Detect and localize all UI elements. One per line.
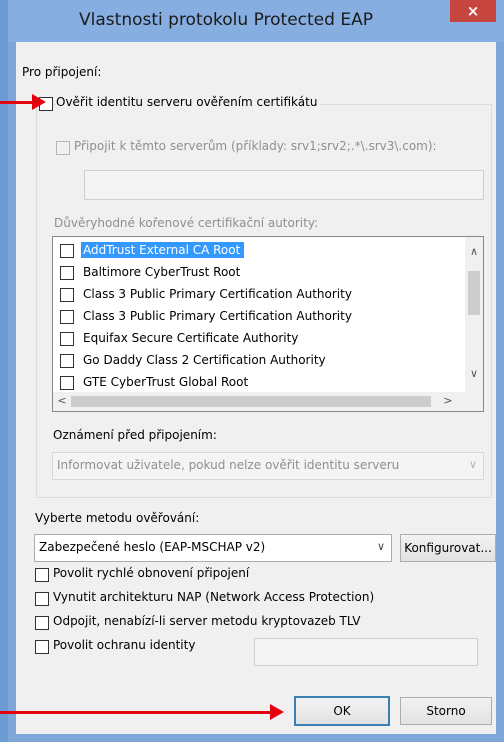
list-item-checkbox[interactable]	[60, 376, 74, 390]
list-item[interactable]: Class 3 Public Primary Certification Aut…	[53, 306, 483, 328]
list-item-label: Class 3 Public Primary Certification Aut…	[83, 309, 352, 323]
list-item-label: AddTrust External CA Root	[81, 242, 245, 258]
list-item-checkbox[interactable]	[60, 244, 74, 258]
fast-reconnect-label: Povolit rychlé obnovení připojení	[53, 566, 250, 580]
ok-button[interactable]: OK	[294, 696, 390, 726]
dialog-window: Vlastnosti protokolu Protected EAP × Pro…	[8, 0, 504, 742]
list-item-checkbox[interactable]	[60, 354, 74, 368]
list-item-label: Class 3 Public Primary Certification Aut…	[83, 287, 352, 301]
scroll-left-icon[interactable]: <	[53, 392, 71, 410]
list-item[interactable]: Go Daddy Class 2 Certification Authority	[53, 350, 483, 372]
list-item-checkbox[interactable]	[60, 310, 74, 324]
cancel-button[interactable]: Storno	[400, 697, 492, 725]
enforce-nap-checkbox[interactable]	[35, 592, 49, 606]
notify-dropdown[interactable]: Informovat uživatele, pokud nelze ověřit…	[52, 452, 484, 480]
list-item-checkbox[interactable]	[60, 266, 74, 280]
arrow-shaft	[0, 101, 34, 104]
dialog-body: Pro připojení: Ověřit identitu serveru o…	[16, 42, 496, 734]
identity-input[interactable]	[254, 638, 478, 666]
vertical-scrollbar[interactable]: ∧ ∨	[465, 237, 483, 409]
servers-input[interactable]	[84, 170, 484, 200]
arrow-head-icon	[32, 94, 46, 110]
list-item-label: GTE CyberTrust Global Root	[83, 375, 249, 389]
connection-label: Pro připojení:	[22, 65, 102, 79]
auth-method-dropdown[interactable]: Zabezpečené heslo (EAP-MSCHAP v2) ∨	[34, 534, 392, 562]
connect-to-servers-checkbox[interactable]	[56, 141, 70, 155]
scroll-up-icon[interactable]: ∧	[465, 243, 483, 261]
trusted-ca-label: Důvěryhodné kořenové certifikační autori…	[54, 216, 319, 230]
connect-to-servers-label: Připojit k těmto serverům (příklady: srv…	[74, 139, 437, 153]
list-item-label: Baltimore CyberTrust Root	[83, 265, 241, 279]
verify-server-label: Ověřit identitu serveru ověřením certifi…	[56, 95, 321, 109]
auth-method-label: Vyberte metodu ověřování:	[35, 511, 200, 525]
list-item[interactable]: Baltimore CyberTrust Root	[53, 262, 483, 284]
disconnect-tlv-checkbox[interactable]	[35, 616, 49, 630]
disconnect-tlv-label: Odpojit, nenabízí-li server metodu krypt…	[53, 614, 361, 628]
trusted-ca-list[interactable]: AddTrust External CA Root Baltimore Cybe…	[52, 236, 484, 412]
horizontal-scrollbar[interactable]: < >	[53, 392, 483, 411]
list-item-label: Go Daddy Class 2 Certification Authority	[83, 353, 326, 367]
notify-label: Oznámení před připojením:	[53, 428, 217, 442]
fast-reconnect-checkbox[interactable]	[35, 568, 49, 582]
horizontal-scroll-thumb[interactable]	[71, 396, 431, 407]
vertical-scroll-thumb[interactable]	[468, 271, 480, 315]
identity-privacy-label: Povolit ochranu identity	[53, 638, 196, 652]
list-item-label: Equifax Secure Certificate Authority	[83, 331, 299, 345]
close-button[interactable]: ×	[450, 0, 496, 22]
arrow-head-icon	[270, 704, 284, 720]
chevron-down-icon: ∨	[468, 458, 477, 471]
close-icon: ×	[466, 2, 480, 20]
window-title: Vlastnosti protokolu Protected EAP	[79, 10, 373, 30]
enforce-nap-label: Vynutit architekturu NAP (Network Access…	[53, 590, 375, 604]
title-bar: Vlastnosti protokolu Protected EAP ×	[8, 0, 504, 42]
configure-button[interactable]: Konfigurovat...	[400, 534, 496, 562]
list-item-checkbox[interactable]	[60, 332, 74, 346]
notify-value: Informovat uživatele, pokud nelze ověřit…	[57, 458, 400, 472]
list-item[interactable]: Class 3 Public Primary Certification Aut…	[53, 284, 483, 306]
arrow-shaft	[0, 711, 272, 714]
scroll-down-icon[interactable]: ∨	[465, 365, 483, 383]
list-item[interactable]: GTE CyberTrust Global Root	[53, 372, 483, 394]
list-item[interactable]: Equifax Secure Certificate Authority	[53, 328, 483, 350]
chevron-down-icon: ∨	[376, 540, 385, 553]
list-item[interactable]: AddTrust External CA Root	[53, 240, 483, 262]
list-item-checkbox[interactable]	[60, 288, 74, 302]
identity-privacy-checkbox[interactable]	[35, 640, 49, 654]
auth-method-value: Zabezpečené heslo (EAP-MSCHAP v2)	[39, 540, 266, 554]
scroll-right-icon[interactable]: >	[439, 392, 457, 410]
